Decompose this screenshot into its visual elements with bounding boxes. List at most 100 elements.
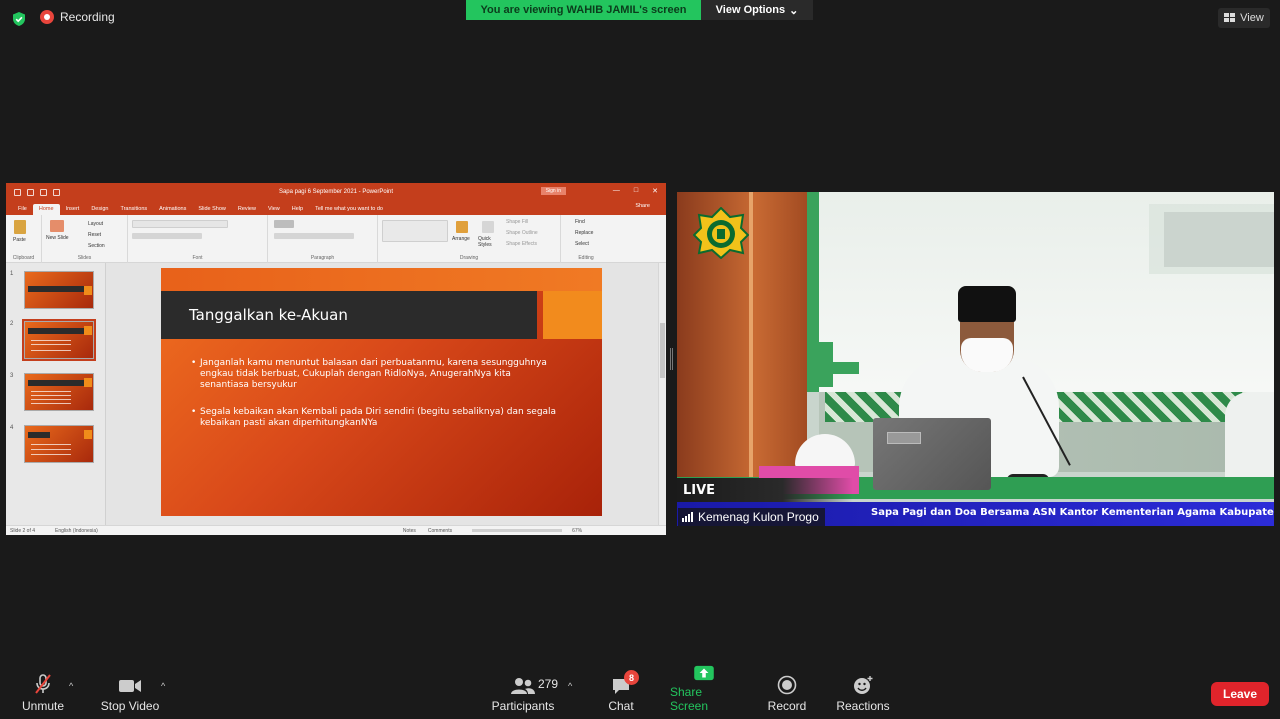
ppt-sign-in-button: Sign in [540,187,566,195]
recording-dot-icon [40,10,54,24]
view-options-button[interactable]: View Options ⌄ [701,0,813,20]
signal-strength-icon [682,512,693,522]
ppt-title-bar: Sapa pagi 6 September 2021 - PowerPoint … [6,183,666,201]
reset-label: Reset [88,232,102,238]
ribbon-group-drawing: Arrange Quick Styles Shape Fill Shape Ou… [378,215,561,263]
record-button[interactable]: Record [765,665,809,719]
slide-body: Janganlah kamu menuntut balasan dari per… [191,358,561,445]
video-green-ornament [833,362,859,374]
slide-accent-square [543,291,602,339]
clipboard-group-label: Clipboard [12,255,35,261]
participant-video-tile[interactable]: LIVE Sapa Pagi dan Doa Bersama ASN Kanto… [677,192,1274,526]
slide-thumbnail [24,271,94,309]
ppt-tab-review: Review [237,206,256,212]
ppt-document-title: Sapa pagi 6 September 2021 - PowerPoint [278,189,394,195]
participants-count: 279 [538,677,559,691]
section-label: Section [88,243,105,249]
shared-screen-powerpoint[interactable]: Sapa pagi 6 September 2021 - PowerPoint … [6,183,666,535]
video-screen-panel [1164,212,1274,267]
arrange-icon [456,221,468,233]
video-green-ornament [819,342,833,387]
thumb-accent [84,286,92,295]
video-camera-icon [119,680,141,692]
slide-thumbnail-panel: 1 2 3 4 [6,263,106,525]
thumb-text-line [31,391,71,392]
select-label: Select [575,241,589,247]
quick-access-toolbar [6,188,60,196]
chat-label: Chat [608,699,634,713]
save-icon [14,188,21,196]
ribbon-group-font: Font [128,215,268,263]
ribbon-group-editing: Find Replace Select Editing [561,215,611,263]
unmute-button[interactable]: Unmute [15,665,71,719]
leave-meeting-button[interactable]: Leave [1211,682,1269,706]
stop-video-button[interactable]: Stop Video [97,665,163,719]
slides-group-label: Slides [77,255,92,261]
video-laptop [873,418,991,490]
thumb-text-line [31,444,71,445]
thumb-accent [84,378,92,387]
scrollbar-thumb [660,323,665,378]
ppt-status-bar: Slide 2 of 4 English (Indonesia) Notes C… [6,525,666,535]
font-format-buttons [132,233,202,239]
ppt-tab-home: Home [32,204,60,215]
video-speaker-cap [958,286,1016,322]
share-screen-button[interactable]: Share Screen [670,665,738,719]
notes-button: Notes [402,527,416,534]
participants-button[interactable]: Participants [490,665,556,719]
paste-label: Paste [13,237,26,243]
meeting-toolbar: Unmute ^ Stop Video ^ Participants 279 ^… [0,665,1280,719]
participant-name: Kemenag Kulon Progo [698,510,819,524]
thumb-text-line [31,340,71,341]
ribbon-group-clipboard: Paste Clipboard [6,215,42,263]
slide-thumbnail [24,425,94,463]
ribbon-group-slides: New Slide Layout Reset Section Slides [42,215,128,263]
video-side-person [1225,392,1274,482]
thumb-accent [84,430,92,439]
video-wall-stripe [749,192,753,482]
thumbnail-1: 1 [10,271,94,309]
ticker-text: Sapa Pagi dan Doa Bersama ASN Kantor Kem… [871,507,1274,518]
layout-label: Layout [88,221,104,227]
video-options-caret-icon[interactable]: ^ [161,681,165,691]
ppt-tab-file: File [18,206,27,212]
thumbnail-number: 2 [10,321,14,327]
find-label: Find [575,219,585,225]
recording-indicator[interactable]: Recording [40,10,115,24]
audio-options-caret-icon[interactable]: ^ [69,681,73,691]
present-icon [53,188,60,196]
video-projection-screen [819,192,1274,392]
live-label: LIVE [677,478,853,502]
participants-label: Participants [491,699,555,713]
current-slide: Tanggalkan ke-Akuan Janganlah kamu menun… [161,268,602,516]
thumbnail-number: 1 [10,271,14,277]
smiley-icon [854,676,873,694]
slide-bullet: Segala kebaikan akan Kembali pada Diri s… [191,407,561,429]
thumb-accent [84,326,92,335]
thumb-text-line [31,344,71,345]
thumb-text-line [31,449,71,450]
view-options-label: View Options [715,4,786,16]
zoom-level: 67% [572,527,583,534]
view-button[interactable]: View [1218,8,1270,28]
video-speaker-mask [961,338,1013,372]
ppt-ribbon-tabs: File Home Insert Design Transitions Anim… [6,201,666,215]
resize-splitter-handle[interactable] [670,348,673,370]
ppt-tab-transitions: Transitions [120,206,148,212]
shape-fill-label: Shape Fill [506,219,529,225]
security-shield-icon[interactable] [11,11,27,27]
slide-editing-canvas: Tanggalkan ke-Akuan Janganlah kamu menun… [106,263,666,525]
reactions-button[interactable]: Reactions [834,665,892,719]
grid-view-icon [1224,13,1236,22]
shape-effects-label: Shape Effects [506,241,538,247]
participants-caret-icon[interactable]: ^ [568,681,572,691]
ribbon-group-paragraph: Paragraph [268,215,378,263]
thumb-title-bar [28,432,50,438]
ppt-tab-insert: Insert [65,206,80,212]
viewing-screen-banner: You are viewing WAHIB JAMIL's screen [466,0,701,20]
slide-bullet: Janganlah kamu menuntut balasan dari per… [191,358,561,391]
minimize-icon: — [612,187,620,194]
thumb-title-bar [28,286,86,292]
font-name-box [132,220,228,228]
bullets-icon [274,220,294,228]
